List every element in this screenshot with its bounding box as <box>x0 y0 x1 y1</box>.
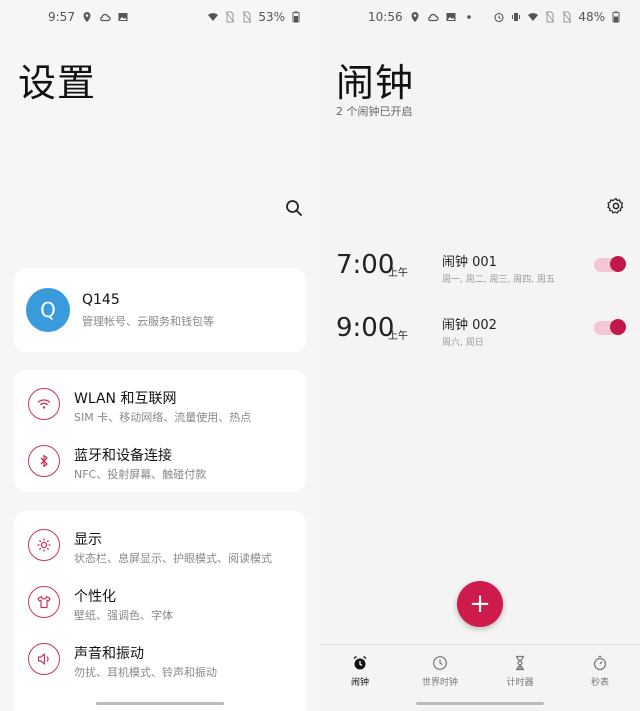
display-group: 显示 状态栏、息屏显示、护眼模式、阅读模式 个性化 壁纸、强调色、字体 声音和振… <box>14 511 306 711</box>
wifi-status-icon <box>207 11 219 23</box>
alarm-days: 周六, 周日 <box>442 338 484 348</box>
vibrate-icon <box>510 11 522 23</box>
settings-item-title: 个性化 <box>74 589 116 605</box>
battery-icon <box>610 11 622 23</box>
speaker-icon <box>28 643 60 675</box>
settings-item-subtitle: 勿扰、耳机模式、铃声和振动 <box>74 666 217 679</box>
image-icon <box>445 11 457 23</box>
account-subtitle: 管理帐号、云服务和钱包等 <box>82 315 214 328</box>
settings-item-title: 显示 <box>74 532 102 548</box>
wifi-status-icon <box>527 11 539 23</box>
settings-item-subtitle: NFC、投射屏幕、触碰付款 <box>74 468 207 481</box>
settings-item-personalize[interactable]: 个性化 壁纸、强调色、字体 <box>14 574 306 630</box>
settings-item-subtitle: 状态栏、息屏显示、护眼模式、阅读模式 <box>74 552 272 565</box>
alarm-clock-icon <box>353 655 367 670</box>
toggle-knob <box>610 256 626 272</box>
settings-screen: 9:57 53% 设置 Q Q145 管理帐号、云服务和钱包等 WLAN 和互联… <box>0 0 320 711</box>
no-sim-icon <box>224 11 236 23</box>
alarm-item[interactable]: 7:00 上午 闹钟 001 周一, 周二, 周三, 周四, 周五 <box>336 250 626 290</box>
gear-icon[interactable] <box>606 196 626 216</box>
tab-alarm[interactable]: 闹钟 <box>320 655 400 688</box>
alarm-days: 周一, 周二, 周三, 周四, 周五 <box>442 275 555 285</box>
status-right: 53% <box>207 10 302 24</box>
account-name: Q145 <box>82 292 120 308</box>
settings-item-sound[interactable]: 声音和振动 勿扰、耳机模式、铃声和振动 <box>14 631 306 687</box>
toggle-knob <box>610 319 626 335</box>
location-icon <box>81 11 93 23</box>
status-time: 9:57 <box>48 10 75 24</box>
no-sim-icon <box>561 11 573 23</box>
battery-percent: 48% <box>578 10 605 24</box>
cloud-icon <box>99 11 111 23</box>
tab-label: 世界时钟 <box>421 678 458 688</box>
hourglass-icon <box>516 655 524 671</box>
home-indicator[interactable] <box>416 702 544 705</box>
connectivity-group: WLAN 和互联网 SIM 卡、移动网络、流量使用、热点 蓝牙和设备连接 NFC… <box>14 370 306 492</box>
battery-percent: 53% <box>258 10 285 24</box>
bluetooth-icon <box>28 445 60 477</box>
no-sim-icon <box>241 11 253 23</box>
tab-timer[interactable]: 计时器 <box>480 655 560 688</box>
home-indicator[interactable] <box>96 702 224 705</box>
image-icon <box>117 11 129 23</box>
add-alarm-button[interactable]: + <box>457 581 503 627</box>
alarm-status-icon <box>493 11 505 23</box>
cloud-icon <box>427 11 439 23</box>
avatar: Q <box>26 288 70 332</box>
settings-item-title: 声音和振动 <box>74 646 144 662</box>
dot-icon <box>463 11 475 23</box>
page-title: 闹钟 <box>336 61 415 105</box>
status-time: 10:56 <box>368 10 403 24</box>
tab-label: 秒表 <box>590 678 609 688</box>
tab-label: 计时器 <box>506 678 534 688</box>
alarm-time: 9:00 <box>336 313 395 343</box>
account-card[interactable]: Q Q145 管理帐号、云服务和钱包等 <box>14 268 306 352</box>
alarm-count-subtitle: 2 个闹钟已开启 <box>336 105 413 118</box>
settings-item-subtitle: SIM 卡、移动网络、流量使用、热点 <box>74 411 252 424</box>
settings-item-display[interactable]: 显示 状态栏、息屏显示、护眼模式、阅读模式 <box>14 517 306 573</box>
tab-label: 闹钟 <box>350 678 369 688</box>
no-sim-icon <box>544 11 556 23</box>
tshirt-icon <box>28 586 60 618</box>
status-bar: 10:56 48% <box>320 10 640 30</box>
settings-item-subtitle: 壁纸、强调色、字体 <box>74 609 173 622</box>
screen-pair: 9:57 53% 设置 Q Q145 管理帐号、云服务和钱包等 WLAN 和互联… <box>0 0 640 711</box>
settings-item-bluetooth[interactable]: 蓝牙和设备连接 NFC、投射屏幕、触碰付款 <box>14 433 306 489</box>
settings-item-title: 蓝牙和设备连接 <box>74 448 172 464</box>
alarm-name: 闹钟 002 <box>442 318 497 333</box>
tab-stopwatch[interactable]: 秒表 <box>560 655 640 688</box>
alarm-name: 闹钟 001 <box>442 255 497 270</box>
nav-divider <box>320 644 640 645</box>
alarm-toggle[interactable] <box>594 256 626 272</box>
location-icon <box>409 11 421 23</box>
alarm-toggle[interactable] <box>594 319 626 335</box>
search-icon[interactable] <box>284 198 304 218</box>
page-title: 设置 <box>18 61 97 105</box>
status-left: 9:57 <box>48 10 129 24</box>
battery-icon <box>290 11 302 23</box>
settings-item-wlan[interactable]: WLAN 和互联网 SIM 卡、移动网络、流量使用、热点 <box>14 376 306 432</box>
status-left: 10:56 <box>368 10 475 24</box>
stopwatch-icon <box>593 655 607 671</box>
status-bar: 9:57 53% <box>0 10 320 30</box>
clock-icon <box>433 656 447 670</box>
alarm-ampm: 上午 <box>388 331 408 342</box>
alarm-item[interactable]: 9:00 上午 闹钟 002 周六, 周日 <box>336 313 626 353</box>
alarm-time: 7:00 <box>336 250 395 280</box>
tab-world-clock[interactable]: 世界时钟 <box>400 655 480 688</box>
settings-item-title: WLAN 和互联网 <box>74 391 177 407</box>
brightness-icon <box>28 529 60 561</box>
alarm-ampm: 上午 <box>388 268 408 279</box>
wifi-icon <box>28 388 60 420</box>
status-right: 48% <box>493 10 622 24</box>
